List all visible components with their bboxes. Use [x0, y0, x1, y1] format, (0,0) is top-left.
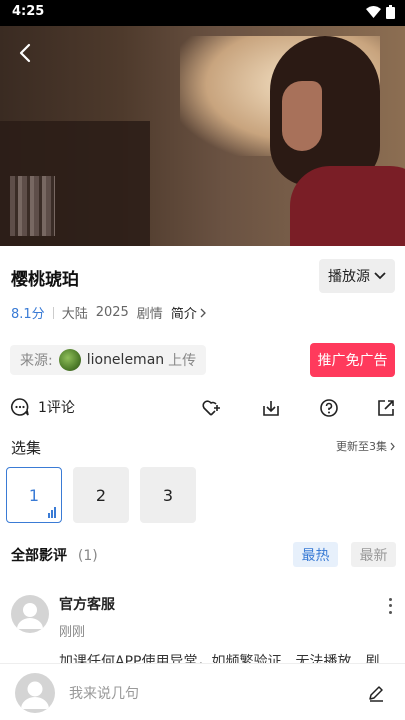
- chevron-right-icon: [200, 308, 206, 317]
- default-avatar-icon: [21, 681, 49, 709]
- edit-button[interactable]: [365, 682, 387, 704]
- episode-item[interactable]: 3: [140, 467, 196, 523]
- status-bar: 4:25: [0, 0, 405, 26]
- promo-ad-free-button[interactable]: 推广免广告: [310, 343, 395, 377]
- action-row: 1评论: [0, 395, 405, 421]
- uploader-suffix: 上传: [168, 353, 197, 369]
- divider: [52, 306, 54, 319]
- sort-hot-tab[interactable]: 最热: [293, 542, 338, 567]
- avatar[interactable]: [15, 673, 55, 713]
- download-icon: [263, 401, 279, 416]
- playing-bars-icon: [48, 507, 56, 518]
- reviews-count: (1): [77, 548, 98, 564]
- edit-icon: [369, 686, 383, 702]
- back-arrow-icon: [19, 43, 31, 63]
- comment-input[interactable]: 我来说几句: [69, 683, 329, 705]
- video-scene-person-face: [282, 81, 322, 151]
- favorite-add-icon: [202, 400, 220, 416]
- status-icons: [366, 5, 395, 19]
- intro-link[interactable]: 简介: [171, 303, 206, 322]
- uploader-prefix: 来源:: [20, 353, 53, 369]
- comment-icon: [11, 398, 29, 416]
- episode-item[interactable]: 2: [73, 467, 129, 523]
- genre: 剧情: [136, 307, 163, 322]
- year: 2025: [95, 305, 129, 320]
- battery-icon: [386, 5, 395, 19]
- chevron-down-icon: [374, 272, 386, 280]
- status-time: 4:25: [12, 4, 45, 19]
- episodes-update-link[interactable]: 更新至3集: [336, 438, 395, 454]
- review-item: 官方客服 刚刚 加课任何APP使用异常，如频繁验证、无法播放、剧: [0, 590, 405, 670]
- episodes-header: 选集: [11, 439, 42, 457]
- help-icon: [320, 399, 338, 417]
- region: 大陆: [61, 307, 88, 322]
- episode-number: 2: [95, 485, 107, 505]
- intro-label: 简介: [170, 307, 197, 322]
- more-options-icon[interactable]: [383, 596, 397, 616]
- favorite-button[interactable]: [200, 397, 222, 419]
- uploader-avatar: [58, 349, 81, 371]
- download-button[interactable]: [260, 397, 282, 419]
- sort-new-tab[interactable]: 最新: [351, 542, 396, 567]
- video-player[interactable]: [0, 26, 405, 246]
- reviews-header: 全部影评 (1): [11, 545, 98, 565]
- play-source-label: 播放源: [328, 269, 370, 285]
- uploader-name: lioneleman: [86, 352, 165, 368]
- help-button[interactable]: [318, 397, 340, 419]
- meta-row: 8.1分 大陆 2025 剧情 简介: [11, 303, 206, 322]
- episode-number: 3: [162, 485, 174, 505]
- comment-input-bar: 我来说几句: [0, 663, 405, 720]
- score: 8.1分: [11, 307, 45, 322]
- review-time: 刚刚: [59, 625, 86, 640]
- wifi-icon: [366, 6, 381, 18]
- default-avatar-icon: [17, 603, 43, 629]
- play-source-button[interactable]: 播放源: [319, 259, 395, 293]
- video-scene-books: [10, 176, 55, 236]
- episode-list: 1 2 3: [6, 467, 196, 523]
- uploader-badge[interactable]: 来源: lioneleman 上传: [10, 345, 207, 375]
- video-scene-person-body: [290, 166, 405, 246]
- back-button[interactable]: [12, 40, 38, 66]
- share-icon: [378, 400, 394, 416]
- chevron-right-icon: [390, 442, 395, 450]
- comment-count: 1评论: [38, 400, 75, 416]
- comment-button[interactable]: 1评论: [10, 397, 75, 417]
- episode-item[interactable]: 1: [6, 467, 62, 523]
- reviews-title: 全部影评: [11, 548, 67, 564]
- avatar[interactable]: [11, 595, 49, 633]
- page-title: 樱桃琥珀: [11, 270, 79, 290]
- review-author: 官方客服: [59, 597, 115, 613]
- episodes-update-text: 更新至3集: [336, 440, 387, 453]
- episode-number: 1: [28, 485, 40, 505]
- share-button[interactable]: [375, 397, 397, 419]
